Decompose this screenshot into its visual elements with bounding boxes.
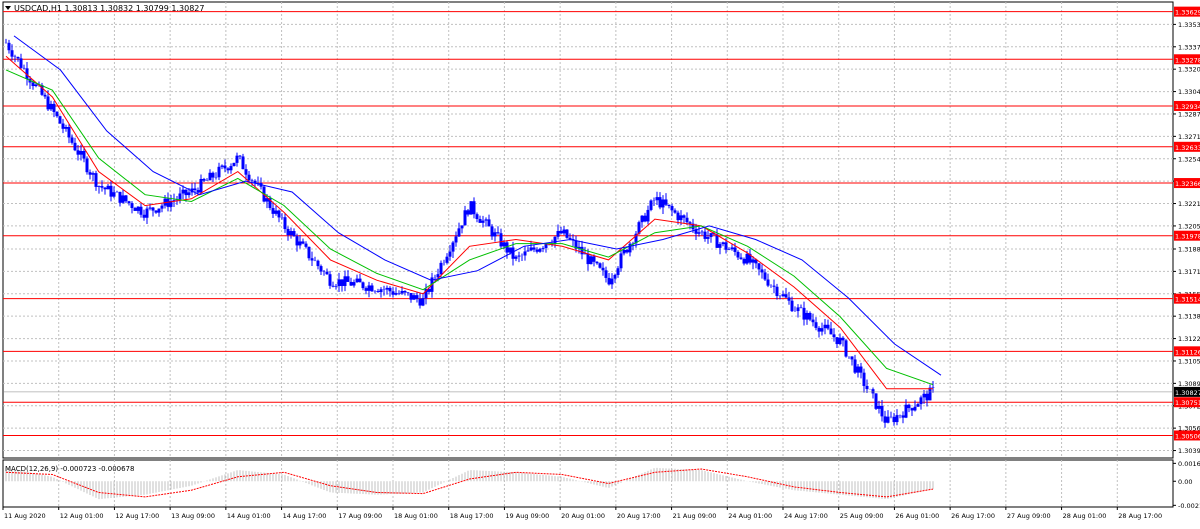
price-tick-label: 1.32215 [1178,200,1200,208]
time-tick-label: 14 Aug 17:00 [283,512,327,520]
level-label: 1.33278 [1175,56,1200,64]
current-price-label: 1.30827 [1175,389,1200,397]
chart-header: USDCAD,H1 1.30813 1.30832 1.30799 1.3082… [5,4,204,13]
time-tick-label: 21 Aug 09:00 [673,512,717,520]
price-tick-label: 1.30395 [1178,447,1200,455]
price-tick-label: 1.33370 [1178,43,1200,51]
time-tick-label: 18 Aug 17:00 [450,512,494,520]
time-tick-label: 28 Aug 17:00 [1118,512,1162,520]
macd-tick-label: 0.00 [1178,478,1192,486]
level-label: 1.30751 [1175,399,1200,407]
price-chart[interactable] [2,1,1174,459]
macd-header: MACD(12,26,9) -0.000723 -0.000678 [5,465,134,473]
chart-svg: 1.33535 1.33370 1.33205 1.33040 1.32875 1.327… [2,1,1200,520]
level-label: 1.32934 [1175,103,1200,111]
price-tick-label: 1.31715 [1178,268,1200,276]
level-label: 1.30506 [1175,432,1200,440]
price-tick-label: 1.33535 [1178,21,1200,29]
time-tick-label: 12 Aug 01:00 [60,512,104,520]
level-label: 1.32633 [1175,144,1200,152]
price-axis: 1.33535 1.33370 1.33205 1.33040 1.32875 1.327… [1173,6,1200,510]
price-tick-label: 1.31055 [1178,357,1200,365]
price-tick-label: 1.32545 [1178,155,1200,163]
price-tick-label: 1.32050 [1178,222,1200,230]
price-plot-area [2,1,1174,459]
macd-tick-label: 0.001601 [1178,460,1200,468]
price-tick-label: 1.33205 [1178,66,1200,74]
macd-title: MACD(12,26,9) -0.000723 -0.000678 [5,465,134,473]
price-tick-label: 1.32875 [1178,110,1200,118]
chart-title: USDCAD,H1 1.30813 1.30832 1.30799 1.3082… [14,4,204,13]
time-tick-label: 20 Aug 17:00 [617,512,661,520]
time-tick-label: 20 Aug 01:00 [561,512,605,520]
price-tick-label: 1.33040 [1178,88,1200,96]
time-tick-label: 19 Aug 09:00 [505,512,549,520]
time-tick-label: 17 Aug 09:00 [338,512,382,520]
time-tick-label: 14 Aug 01:00 [227,512,271,520]
macd-chart[interactable] [2,459,1174,508]
price-tick-label: 1.31220 [1178,335,1200,343]
time-tick-label: 27 Aug 09:00 [1007,512,1051,520]
level-label: 1.31514 [1175,296,1200,304]
level-label: 1.31978 [1175,233,1200,241]
price-tick-label: 1.31385 [1178,313,1200,321]
time-tick-label: 24 Aug 17:00 [784,512,828,520]
macd-tick-label: -0.002151 [1178,502,1200,510]
price-tick-label: 1.32710 [1178,133,1200,141]
price-tick-label: 1.30890 [1178,380,1200,388]
level-label: 1.32366 [1175,180,1200,188]
time-tick-label: 24 Aug 01:00 [728,512,772,520]
chart-window: 1.33535 1.33370 1.33205 1.33040 1.32875 1.327… [0,0,1200,525]
time-axis: 11 Aug 2020 12 Aug 01:00 12 Aug 17:00 13 Au… [2,507,1162,520]
price-tick-label: 1.31880 [1178,246,1200,254]
time-tick-label: 26 Aug 01:00 [895,512,939,520]
time-tick-label: 26 Aug 17:00 [951,512,995,520]
level-label: 1.31126 [1175,348,1200,356]
time-tick-label: 12 Aug 17:00 [115,512,159,520]
time-tick-label: 25 Aug 09:00 [840,512,884,520]
time-tick-label: 28 Aug 01:00 [1063,512,1107,520]
macd-plot-area [2,459,1174,508]
level-label: 1.33629 [1175,9,1200,17]
time-tick-label: 11 Aug 2020 [4,512,46,520]
time-tick-label: 13 Aug 09:00 [171,512,215,520]
time-tick-label: 18 Aug 01:00 [394,512,438,520]
